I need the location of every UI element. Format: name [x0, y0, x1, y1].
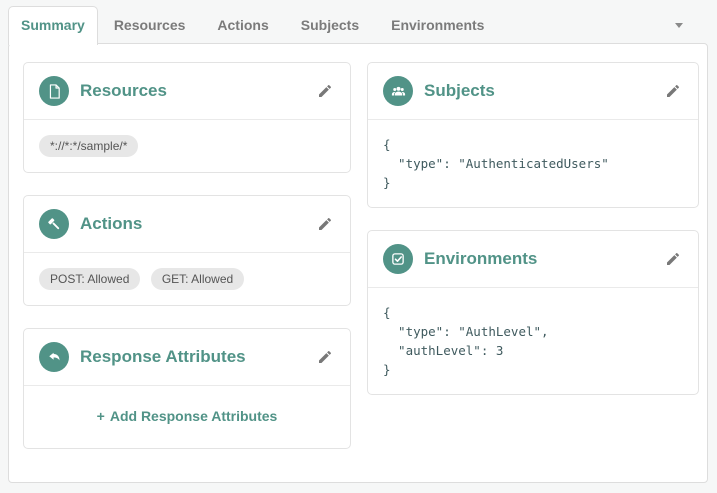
left-column: Resources *://*:*/sample/* Actions POST:…	[23, 62, 351, 471]
subjects-json: { "type": "AuthenticatedUsers" }	[383, 137, 609, 190]
edit-subjects-button[interactable]	[663, 81, 683, 101]
tab-subjects[interactable]: Subjects	[285, 6, 375, 44]
response-attributes-card-body: + Add Response Attributes	[24, 386, 350, 448]
resources-card-header: Resources	[24, 63, 350, 120]
actions-card-body: POST: Allowed GET: Allowed	[24, 253, 350, 305]
actions-card: Actions POST: Allowed GET: Allowed	[23, 195, 351, 306]
caret-down-icon	[675, 22, 683, 28]
environments-card-title: Environments	[424, 249, 538, 268]
pencil-icon	[667, 84, 679, 97]
pencil-icon	[319, 350, 331, 363]
edit-actions-button[interactable]	[315, 214, 335, 234]
right-column: Subjects { "type": "AuthenticatedUsers" …	[367, 62, 699, 471]
tab-summary[interactable]: Summary	[8, 6, 98, 45]
environments-card-body: { "type": "AuthLevel", "authLevel": 3 }	[368, 288, 698, 394]
subjects-card: Subjects { "type": "AuthenticatedUsers" …	[367, 62, 699, 208]
add-response-attributes-label: Add Response Attributes	[109, 408, 278, 424]
action-badge: POST: Allowed	[39, 268, 141, 290]
subjects-card-header: Subjects	[368, 63, 698, 120]
resource-pattern-badge: *://*:*/sample/*	[39, 135, 139, 157]
actions-card-title: Actions	[80, 214, 143, 233]
response-attributes-card-title: Response Attributes	[80, 347, 246, 366]
tab-overflow-button[interactable]	[669, 17, 689, 34]
actions-card-header: Actions	[24, 196, 350, 253]
check-square-icon	[383, 244, 413, 274]
tab-bar: Summary Resources Actions Subjects Envir…	[0, 0, 717, 45]
environments-card: Environments { "type": "AuthLevel", "aut…	[367, 230, 699, 395]
subjects-card-title: Subjects	[424, 81, 495, 100]
resources-card: Resources *://*:*/sample/*	[23, 62, 351, 173]
edit-resources-button[interactable]	[315, 81, 335, 101]
response-attributes-card-header: Response Attributes	[24, 329, 350, 386]
response-attributes-card: Response Attributes + Add Response Attrib…	[23, 328, 351, 449]
environments-card-header: Environments	[368, 231, 698, 288]
edit-response-attributes-button[interactable]	[315, 347, 335, 367]
gavel-icon	[39, 209, 69, 239]
summary-panel-body: Resources *://*:*/sample/* Actions POST:…	[9, 44, 707, 471]
reply-arrow-icon	[39, 342, 69, 372]
add-response-attributes-button[interactable]: + Add Response Attributes	[97, 408, 278, 424]
environments-json: { "type": "AuthLevel", "authLevel": 3 }	[383, 305, 549, 377]
resources-card-body: *://*:*/sample/*	[24, 120, 350, 172]
summary-panel: Resources *://*:*/sample/* Actions POST:…	[8, 43, 708, 483]
users-icon	[383, 76, 413, 106]
tab-environments[interactable]: Environments	[375, 6, 500, 44]
tab-resources[interactable]: Resources	[98, 6, 202, 44]
subjects-card-body: { "type": "AuthenticatedUsers" }	[368, 120, 698, 207]
file-icon	[39, 76, 69, 106]
action-badge: GET: Allowed	[150, 268, 245, 290]
pencil-icon	[319, 217, 331, 230]
pencil-icon	[667, 252, 679, 265]
pencil-icon	[319, 84, 331, 97]
resources-card-title: Resources	[80, 81, 167, 100]
tab-actions[interactable]: Actions	[201, 6, 284, 44]
policy-summary-page: Summary Resources Actions Subjects Envir…	[0, 0, 717, 493]
edit-environments-button[interactable]	[663, 249, 683, 269]
plus-icon: +	[96, 408, 105, 424]
